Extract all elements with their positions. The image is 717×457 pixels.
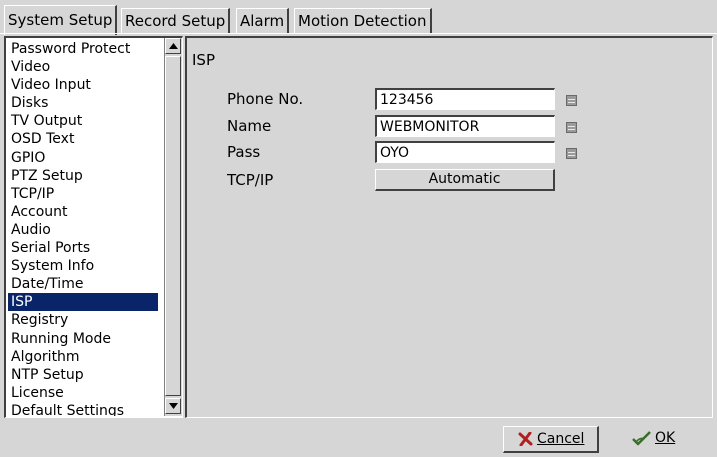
pass-label: Pass <box>227 143 261 161</box>
cancel-button[interactable]: Cancel <box>503 426 599 453</box>
arrow-up-icon <box>169 43 178 49</box>
name-field[interactable] <box>375 115 555 137</box>
list-item-osd-text[interactable]: OSD Text <box>8 130 158 148</box>
list-item-ntp-setup[interactable]: NTP Setup <box>8 366 158 384</box>
check-icon <box>632 431 651 446</box>
list-item-tcpip[interactable]: TCP/IP <box>8 185 158 203</box>
isp-settings-panel: ISP Phone No. Name Pass TCP/IP Automatic <box>185 36 713 418</box>
list-scrollbar[interactable] <box>164 38 182 416</box>
tab-bar: System Setup Record Setup Alarm Motion D… <box>0 0 717 35</box>
ok-label: OK <box>655 430 676 446</box>
list-item-default-settings[interactable]: Default Settings <box>8 402 158 416</box>
keyboard-icon[interactable] <box>566 148 577 159</box>
name-label: Name <box>227 117 272 135</box>
list-item-tv-output[interactable]: TV Output <box>8 112 158 130</box>
scrollbar-thumb[interactable] <box>165 56 181 396</box>
section-title: ISP <box>192 51 215 69</box>
list-item-registry[interactable]: Registry <box>8 311 158 329</box>
list-item-algorithm[interactable]: Algorithm <box>8 348 158 366</box>
scroll-up-button[interactable] <box>165 38 181 54</box>
list-item-disks[interactable]: Disks <box>8 94 158 112</box>
keyboard-icon[interactable] <box>566 95 577 106</box>
list-item-gpio[interactable]: GPIO <box>8 149 158 167</box>
phone-field[interactable] <box>375 88 555 110</box>
cancel-label: Cancel <box>537 431 585 447</box>
list-item-audio[interactable]: Audio <box>8 221 158 239</box>
list-item-isp[interactable]: ISP <box>8 293 158 312</box>
tab-motion-detection[interactable]: Motion Detection <box>294 8 432 33</box>
tab-divider <box>0 33 717 34</box>
x-icon <box>518 432 533 446</box>
list-item-license[interactable]: License <box>8 384 158 402</box>
tab-record-setup[interactable]: Record Setup <box>121 8 231 33</box>
pass-field[interactable] <box>375 141 555 163</box>
phone-label: Phone No. <box>227 90 304 108</box>
list-item-system-info[interactable]: System Info <box>8 257 158 275</box>
list-item-video[interactable]: Video <box>8 58 158 76</box>
keyboard-icon[interactable] <box>566 122 577 133</box>
list-item-serial-ports[interactable]: Serial Ports <box>8 239 158 257</box>
settings-list-panel: Password Protect Video Video Input Disks… <box>4 36 183 418</box>
list-item-password-protect[interactable]: Password Protect <box>8 40 158 58</box>
list-item-video-input[interactable]: Video Input <box>8 76 158 94</box>
tcpip-label: TCP/IP <box>227 171 274 189</box>
arrow-down-icon <box>169 403 178 409</box>
list-item-date-time[interactable]: Date/Time <box>8 275 158 293</box>
list-item-account[interactable]: Account <box>8 203 158 221</box>
footer-bar: Cancel OK <box>0 418 717 457</box>
tcpip-mode-button[interactable]: Automatic <box>375 169 555 191</box>
tab-alarm[interactable]: Alarm <box>236 8 290 33</box>
list-item-ptz-setup[interactable]: PTZ Setup <box>8 167 158 185</box>
scroll-down-button[interactable] <box>165 398 181 414</box>
settings-list[interactable]: Password Protect Video Video Input Disks… <box>8 40 158 416</box>
tab-system-setup[interactable]: System Setup <box>4 5 118 35</box>
list-item-running-mode[interactable]: Running Mode <box>8 330 158 348</box>
ok-button[interactable]: OK <box>612 426 702 453</box>
